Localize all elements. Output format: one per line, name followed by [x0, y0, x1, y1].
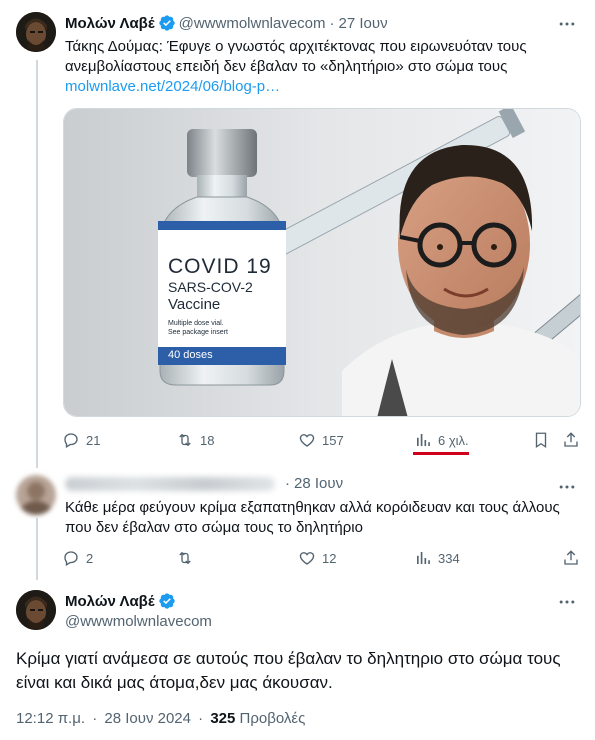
- tweet-media-image[interactable]: COVID 19 SARS-COV-2 Vaccine Multiple dos…: [63, 108, 581, 417]
- retweet-icon: [179, 551, 191, 565]
- separator-dot: ·: [92, 710, 98, 727]
- author-handle[interactable]: @wwwmolwnlavecom: [65, 613, 212, 630]
- tweet-actions: 21 18 157 6 χιλ.: [58, 431, 580, 451]
- more-options-icon[interactable]: [557, 14, 577, 34]
- share-icon[interactable]: [562, 431, 580, 449]
- vial-vaccine: Vaccine: [168, 296, 221, 313]
- separator-dot: ·: [285, 475, 290, 492]
- retweet-icon: [179, 433, 191, 447]
- tweet-full-date[interactable]: 28 Ιουν 2024: [104, 710, 191, 727]
- reply-button[interactable]: 2: [62, 549, 93, 567]
- views-chart-icon: [417, 434, 430, 446]
- tweet-header: Μολών Λαβέ: [65, 592, 179, 610]
- vial-subtitle: SARS-COV-2: [168, 279, 253, 295]
- more-options-icon[interactable]: [557, 477, 577, 497]
- retweet-button[interactable]: [176, 549, 200, 567]
- tweet-date[interactable]: 28 Ιουν: [294, 475, 343, 492]
- share-icon[interactable]: [562, 549, 580, 567]
- tweet-actions: 2 12 334: [58, 549, 580, 569]
- reply-icon: [64, 433, 78, 448]
- bookmark-icon[interactable]: [532, 431, 550, 449]
- avatar[interactable]: [16, 590, 56, 630]
- author-handle[interactable]: @wwwmolwnlavecom: [179, 15, 326, 32]
- retweet-button[interactable]: 18: [176, 431, 214, 449]
- author-name-blurred[interactable]: [65, 476, 275, 491]
- tweet-time[interactable]: 12:12 π.μ.: [16, 710, 85, 727]
- more-options-icon[interactable]: [557, 592, 577, 612]
- tweet-date[interactable]: 27 Ιουν: [339, 15, 388, 32]
- verified-badge-icon: [158, 593, 175, 609]
- tweet-text: Κάθε μέρα φεύγουν κρίμα εξαπατηθηκαν αλλ…: [65, 499, 560, 536]
- views-button[interactable]: 334: [414, 549, 460, 567]
- highlight-underline: [413, 452, 469, 455]
- vial-label: COVID 19 SARS-COV-2 Vaccine Multiple dos…: [168, 255, 286, 337]
- author-name[interactable]: Μολών Λαβέ: [65, 593, 155, 610]
- heart-icon: [299, 434, 315, 447]
- vial-small-1: Multiple dose vial.: [168, 320, 224, 327]
- tweet-text: Τάκης Δούμας: Έφυγε ο γνωστός αρχιτέκτον…: [65, 37, 575, 97]
- views-label: Προβολές: [239, 710, 306, 727]
- vial-title: COVID 19: [168, 255, 272, 278]
- vial-small-2: See package insert: [168, 329, 228, 336]
- tweet-body: Τάκης Δούμας: Έφυγε ο γνωστός αρχιτέκτον…: [65, 38, 527, 75]
- author-name[interactable]: Μολών Λαβέ: [65, 15, 155, 32]
- avatar-blurred[interactable]: [16, 475, 56, 515]
- tweet-header: · 28 Ιουν: [65, 475, 343, 492]
- tweet-2[interactable]: · 28 Ιουν Κάθε μέρα φεύγουν κρίμα εξαπατ…: [0, 465, 595, 580]
- separator-dot: ·: [329, 14, 335, 32]
- handle-row: @wwwmolwnlavecom: [65, 613, 212, 630]
- avatar[interactable]: [16, 12, 56, 52]
- tweet-1[interactable]: Μολών Λαβέ @wwwmolwnlavecom · 27 Ιουν Τά…: [0, 0, 595, 465]
- separator-dot: ·: [198, 710, 204, 727]
- views-button[interactable]: 6 χιλ.: [414, 431, 469, 449]
- heart-icon: [299, 552, 315, 565]
- like-button[interactable]: 157: [298, 431, 344, 449]
- tweet-header: Μολών Λαβέ @wwwmolwnlavecom · 27 Ιουν: [65, 14, 388, 32]
- views-count: 325: [210, 710, 236, 727]
- views-chart-icon: [417, 552, 430, 564]
- like-button[interactable]: 12: [298, 549, 336, 567]
- reply-icon: [64, 551, 78, 566]
- focused-tweet-text: Κρίμα γιατί ανάμεσα σε αυτούς που έβαλαν…: [16, 649, 561, 692]
- reply-button[interactable]: 21: [62, 431, 100, 449]
- tweet-link[interactable]: molwnlave.net/2024/06/blog-p…: [65, 78, 280, 95]
- verified-badge-icon: [158, 15, 175, 31]
- vial-doses: 40 doses: [168, 349, 213, 361]
- tweet-meta: 12:12 π.μ. · 28 Ιουν 2024 · 325 Προβολές: [16, 710, 305, 727]
